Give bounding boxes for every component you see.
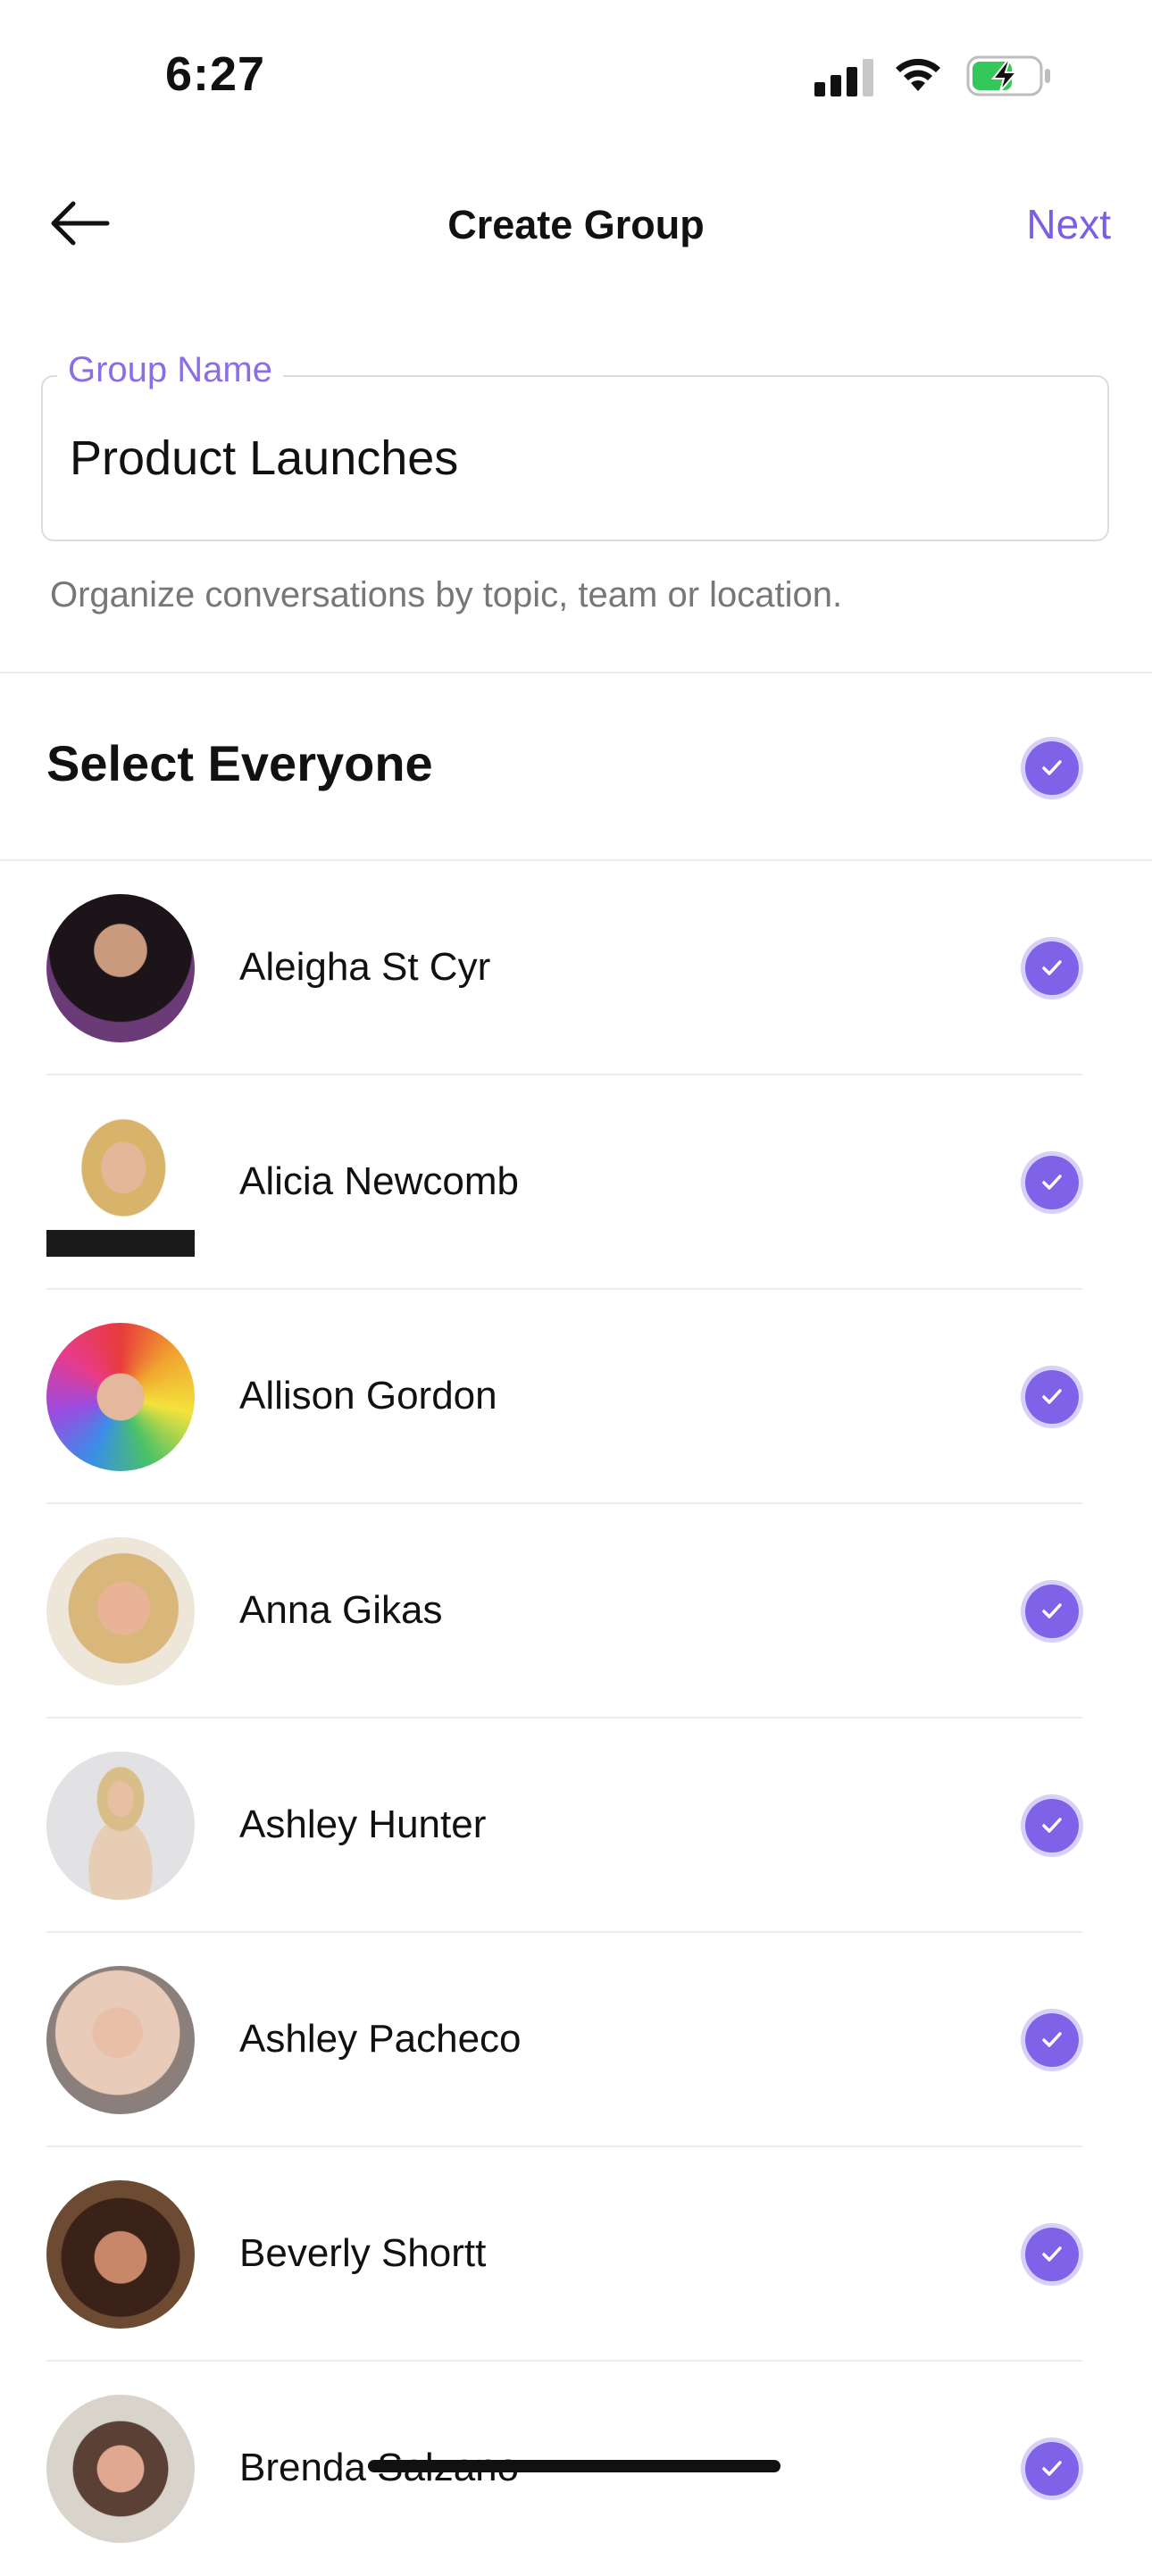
member-checkbox[interactable] [1025, 2013, 1079, 2067]
avatar [46, 1323, 195, 1471]
member-row[interactable]: Allison Gordon [0, 1290, 1152, 1504]
wifi-icon [896, 58, 940, 91]
member-checkbox[interactable] [1025, 1799, 1079, 1853]
checkmark-icon [1042, 1603, 1062, 1618]
checkmark-icon [1042, 1389, 1062, 1404]
member-row[interactable]: Aleigha St Cyr [0, 861, 1152, 1075]
avatar [46, 1752, 195, 1900]
member-name: Anna Gikas [239, 1588, 443, 1632]
next-button[interactable]: Next [1026, 200, 1111, 248]
member-name: Alicia Newcomb [239, 1159, 519, 1203]
status-bar: 6:27 [0, 0, 1152, 152]
group-name-helper-text: Organize conversations by topic, team or… [50, 575, 843, 615]
member-checkbox[interactable] [1025, 941, 1079, 995]
member-checkbox[interactable] [1025, 2442, 1079, 2496]
checkmark-icon [1042, 2461, 1062, 2476]
avatar [46, 2395, 195, 2543]
member-row[interactable]: Beverly Shortt [0, 2147, 1152, 2362]
member-name: Beverly Shortt [239, 2231, 487, 2275]
battery-charging-icon [966, 55, 1050, 96]
divider [0, 672, 1152, 673]
cellular-signal-icon [814, 59, 873, 96]
home-indicator[interactable] [368, 2460, 781, 2472]
avatar [46, 894, 195, 1042]
member-name: Ashley Hunter [239, 1802, 487, 1846]
member-checkbox[interactable] [1025, 1370, 1079, 1424]
member-name: Allison Gordon [239, 1374, 497, 1418]
member-checkbox[interactable] [1025, 1156, 1079, 1209]
member-row[interactable]: Ashley Pacheco [0, 1933, 1152, 2147]
avatar [46, 1108, 195, 1257]
member-row[interactable]: Ashley Hunter [0, 1719, 1152, 1933]
select-everyone-label: Select Everyone [46, 735, 433, 791]
group-name-label: Group Name [57, 350, 283, 390]
member-checkbox[interactable] [1025, 2228, 1079, 2281]
avatar [46, 1537, 195, 1685]
group-name-input[interactable] [70, 431, 1088, 486]
select-everyone-row[interactable]: Select Everyone [0, 675, 1152, 859]
checkmark-icon [1042, 2246, 1062, 2262]
page-title: Create Group [447, 202, 705, 247]
member-name: Aleigha St Cyr [239, 945, 491, 989]
select-everyone-checkbox[interactable] [1025, 741, 1079, 795]
member-checkbox[interactable] [1025, 1585, 1079, 1638]
nav-bar: Create Group Next [0, 170, 1152, 277]
member-name: Ashley Pacheco [239, 2017, 522, 2061]
avatar [46, 1966, 195, 2114]
member-row[interactable]: Anna Gikas [0, 1504, 1152, 1719]
checkmark-icon [1042, 760, 1062, 775]
checkmark-icon [1042, 1818, 1062, 1833]
status-time: 6:27 [165, 47, 266, 101]
checkmark-icon [1042, 960, 1062, 975]
avatar [46, 2180, 195, 2329]
member-row[interactable]: Alicia Newcomb [0, 1075, 1152, 1290]
checkmark-icon [1042, 2032, 1062, 2047]
checkmark-icon [1042, 1175, 1062, 1190]
